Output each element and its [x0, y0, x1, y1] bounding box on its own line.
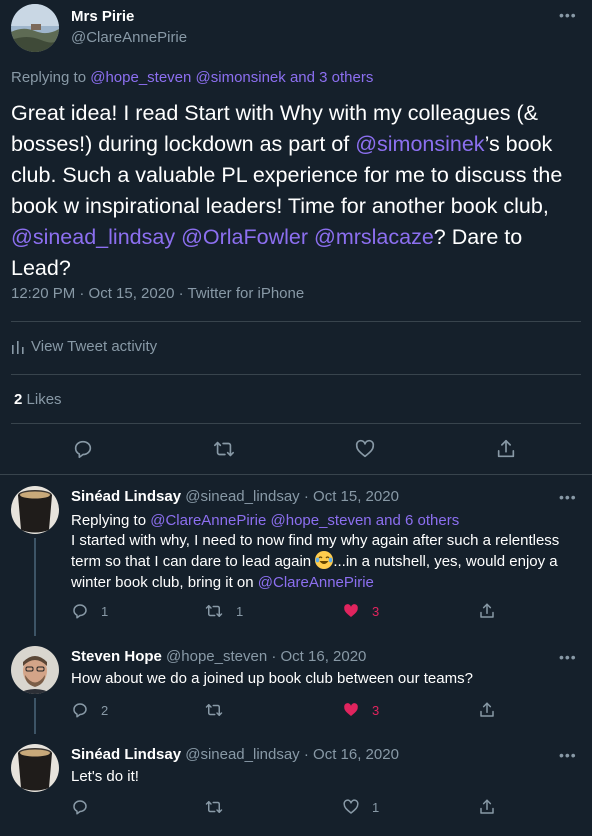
author-name[interactable]: Mrs Pirie: [71, 8, 134, 25]
heart-icon[interactable]: [354, 438, 376, 460]
replying-to-link[interactable]: @ClareAnnePirie @hope_steven and 6 other…: [150, 512, 459, 529]
reply-date[interactable]: · Oct 16, 2020: [271, 648, 366, 665]
reply-author-handle[interactable]: @hope_steven: [166, 648, 267, 665]
reply-count: 2: [101, 702, 109, 718]
reply-author-name[interactable]: Sinéad Lindsay: [71, 488, 181, 505]
share-icon[interactable]: [495, 438, 517, 460]
mention-link[interactable]: @simonsinek: [355, 132, 484, 156]
reply-action-bar: 2 3: [71, 701, 511, 721]
replying-to-prefix: Replying to: [71, 512, 151, 529]
replying-to-link[interactable]: @hope_steven @simonsinek and 3 others: [90, 69, 373, 86]
reply-action-bar: 1: [71, 798, 511, 818]
replying-to: Replying to @hope_steven @simonsinek and…: [11, 69, 373, 86]
retweet-count: 1: [236, 603, 244, 619]
reply-header: Sinéad Lindsay @sinead_lindsay · Oct 15,…: [71, 488, 399, 505]
mention-link[interactable]: @OrlaFowler: [181, 225, 308, 249]
share-icon: [480, 603, 494, 618]
reply-author-handle[interactable]: @sinead_lindsay: [185, 746, 299, 763]
share-icon: [480, 702, 494, 717]
more-icon[interactable]: •••: [559, 8, 577, 22]
share-button[interactable]: [478, 602, 496, 620]
retweet-button[interactable]: [204, 798, 236, 816]
reply-text: I started with why, I need to now find m…: [71, 530, 576, 593]
reply-action-bar: 1 1 3: [71, 602, 511, 622]
reply-icon: [73, 703, 87, 718]
retweet-icon: [205, 704, 223, 716]
retweet-icon: [205, 605, 223, 617]
reply-text: Let's do it!: [71, 768, 139, 785]
like-button[interactable]: 1: [342, 798, 379, 816]
avatar[interactable]: [11, 486, 59, 534]
divider: [0, 474, 592, 475]
like-button[interactable]: 3: [342, 701, 379, 719]
avatar[interactable]: [11, 744, 59, 792]
reply-author-handle[interactable]: @sinead_lindsay: [185, 488, 299, 505]
like-count: 1: [372, 799, 380, 815]
reply-text: How about we do a joined up book club be…: [71, 670, 473, 687]
more-icon[interactable]: •••: [559, 650, 577, 664]
divider: [11, 321, 581, 322]
likes-label: Likes: [26, 391, 62, 408]
activity-icon: [12, 340, 24, 354]
reply-icon: [73, 604, 87, 619]
likes-summary[interactable]: 2 Likes: [14, 391, 62, 408]
reply-date[interactable]: · Oct 16, 2020: [304, 746, 399, 763]
reply-button[interactable]: [71, 798, 101, 816]
likes-count: 2: [14, 391, 23, 408]
reply-icon: [73, 800, 87, 815]
view-activity-button[interactable]: View Tweet activity: [11, 338, 157, 355]
more-icon[interactable]: •••: [559, 748, 577, 762]
more-icon[interactable]: •••: [559, 490, 577, 504]
activity-label: View Tweet activity: [31, 338, 158, 355]
like-count: 3: [372, 603, 380, 619]
reply-author-name[interactable]: Steven Hope: [71, 648, 162, 665]
tears-of-joy-emoji: [315, 551, 334, 569]
reply-date[interactable]: · Oct 15, 2020: [304, 488, 399, 505]
avatar[interactable]: [11, 646, 59, 694]
replying-to: Replying to @ClareAnnePirie @hope_steven…: [71, 510, 576, 531]
heart-icon: [344, 604, 358, 617]
reply-header: Sinéad Lindsay @sinead_lindsay · Oct 16,…: [71, 746, 399, 763]
share-button[interactable]: [478, 701, 496, 719]
mention-link[interactable]: @mrslacaze: [314, 225, 434, 249]
thread-line: [34, 538, 36, 636]
retweet-icon: [205, 801, 223, 813]
heart-icon: [343, 799, 359, 814]
replying-to-prefix: Replying to: [11, 69, 91, 86]
mention-link[interactable]: @ClareAnnePirie: [258, 574, 374, 591]
tweet-meta[interactable]: 12:20 PM · Oct 15, 2020 · Twitter for iP…: [11, 285, 304, 302]
like-count: 3: [372, 702, 380, 718]
reply-button[interactable]: 1: [71, 602, 108, 620]
retweet-button[interactable]: [204, 701, 236, 719]
tweet-text: Great idea! I read Start with Why with m…: [11, 98, 586, 284]
share-icon: [480, 799, 494, 814]
like-button[interactable]: 3: [342, 602, 379, 620]
reply-button[interactable]: 2: [71, 701, 108, 719]
reply-author-name[interactable]: Sinéad Lindsay: [71, 746, 181, 763]
share-button[interactable]: [478, 798, 496, 816]
thread-line: [34, 698, 36, 734]
heart-icon: [344, 703, 358, 716]
avatar[interactable]: [11, 4, 59, 52]
reply-count: 1: [101, 603, 109, 619]
divider: [11, 423, 581, 424]
divider: [11, 374, 581, 375]
reply-header: Steven Hope @hope_steven · Oct 16, 2020: [71, 648, 366, 665]
retweet-button[interactable]: 1: [204, 602, 243, 620]
mention-link[interactable]: @sinead_lindsay: [11, 225, 175, 249]
retweet-icon[interactable]: [213, 438, 235, 460]
author-handle[interactable]: @ClareAnnePirie: [71, 29, 187, 46]
reply-icon[interactable]: [72, 438, 94, 460]
